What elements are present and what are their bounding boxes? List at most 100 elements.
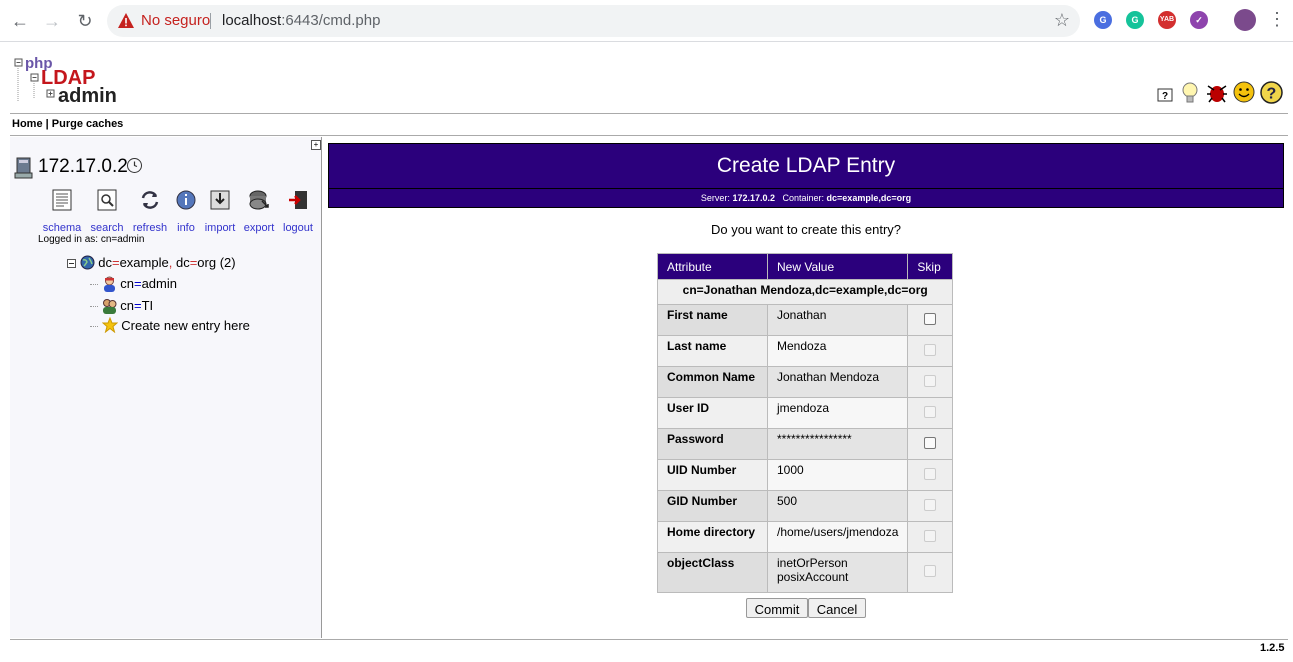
table-row: Last name Mendoza: [657, 335, 954, 367]
profile-avatar[interactable]: [1234, 9, 1256, 31]
entry-table: Attribute New Value Skip cn=Jonathan Men…: [656, 253, 954, 593]
info-tool[interactable]: info: [174, 189, 198, 234]
table-row: Common Name Jonathan Mendoza: [657, 366, 954, 398]
attribute-name: Password: [657, 428, 768, 460]
search-icon: [97, 189, 117, 211]
reload-icon[interactable]: ↻: [74, 10, 96, 32]
tree-item-admin[interactable]: cn=admin: [90, 276, 177, 292]
smiley-icon[interactable]: [1233, 81, 1255, 103]
skip-cell: [907, 304, 954, 336]
skip-checkbox: [924, 343, 937, 356]
attribute-name: Last name: [657, 335, 768, 367]
svg-text:?: ?: [1267, 86, 1277, 103]
svg-text:?: ?: [1162, 91, 1168, 102]
export-tool[interactable]: export: [242, 189, 276, 234]
attribute-name: UID Number: [657, 459, 768, 491]
search-tool[interactable]: search: [87, 189, 127, 234]
forward-icon[interactable]: →: [41, 10, 63, 32]
breadcrumb: Home | Purge caches: [12, 118, 123, 130]
attribute-value: jmendoza: [766, 397, 909, 429]
attribute-name: First name: [657, 304, 768, 336]
bookmark-star-icon[interactable]: ☆: [1054, 10, 1070, 31]
schema-tool[interactable]: schema: [40, 189, 84, 234]
skip-cell: [907, 335, 954, 367]
refresh-tool[interactable]: refresh: [130, 189, 170, 234]
column-header-new-value: New Value: [766, 253, 909, 280]
phpldapadmin-logo[interactable]: php LDAP admin: [14, 54, 124, 106]
browser-toolbar: ← → ↻ No seguro localhost:6443/cmd.php ☆…: [0, 0, 1293, 42]
schema-icon: [52, 189, 72, 211]
logged-in-text: Logged in as: cn=admin: [38, 234, 145, 245]
skip-cell: [907, 552, 954, 593]
refresh-icon: [141, 191, 159, 209]
tree-item-ti[interactable]: cn=TI: [90, 298, 153, 314]
attribute-value: inetOrPerson posixAccount: [766, 552, 909, 593]
group-icon: [102, 299, 117, 314]
skip-cell: [907, 521, 954, 553]
security-status[interactable]: No seguro: [141, 12, 210, 29]
expand-icon[interactable]: +: [311, 140, 321, 150]
yab-extension-icon[interactable]: YAB: [1158, 11, 1176, 29]
svg-text:admin: admin: [58, 85, 117, 106]
clock-icon: [127, 158, 142, 173]
import-tool[interactable]: import: [202, 189, 238, 234]
attribute-name: Home directory: [657, 521, 768, 553]
page-title: Create LDAP Entry: [328, 143, 1284, 189]
address-bar[interactable]: No seguro localhost:6443/cmd.php ☆: [107, 5, 1080, 37]
table-row: User ID jmendoza: [657, 397, 954, 429]
check-extension-icon[interactable]: ✓: [1190, 11, 1208, 29]
commit-button[interactable]: Commit: [746, 598, 808, 618]
skip-checkbox: [924, 467, 937, 480]
warning-icon: [118, 13, 134, 28]
back-icon[interactable]: ←: [9, 10, 31, 32]
table-row: UID Number 1000: [657, 459, 954, 491]
server-container-info: Server: 172.17.0.2 Container: dc=example…: [328, 188, 1284, 208]
table-header-row: Attribute New Value Skip: [657, 253, 954, 280]
skip-cell: [907, 490, 954, 522]
bug-icon[interactable]: [1206, 82, 1228, 104]
server-icon: [14, 157, 33, 179]
divider: [10, 113, 1288, 114]
home-link[interactable]: Home: [12, 118, 43, 130]
logout-tool[interactable]: logout: [280, 189, 316, 234]
skip-checkbox: [924, 565, 937, 577]
attribute-value: Jonathan: [766, 304, 909, 336]
attribute-value: ****************: [766, 428, 909, 460]
browser-menu-icon[interactable]: ⋮: [1268, 9, 1286, 30]
logout-icon: [289, 191, 307, 209]
attribute-name: GID Number: [657, 490, 768, 522]
divider: [10, 135, 1288, 136]
attribute-name: Common Name: [657, 366, 768, 398]
help-icon[interactable]: ?: [1260, 81, 1283, 104]
collapse-icon[interactable]: [67, 259, 76, 268]
help-request-icon[interactable]: ?: [1157, 88, 1173, 104]
import-icon: [210, 190, 230, 210]
server-name[interactable]: 172.17.0.2: [38, 156, 128, 178]
lightbulb-icon[interactable]: [1181, 81, 1199, 105]
skip-checkbox[interactable]: [924, 436, 937, 449]
tree-root[interactable]: dc=example, dc=org (2): [67, 255, 236, 270]
purge-caches-link[interactable]: Purge caches: [52, 118, 124, 130]
skip-cell: [907, 459, 954, 491]
grammarly-extension-icon[interactable]: G: [1126, 11, 1144, 29]
tree-create-entry[interactable]: Create new entry here: [90, 316, 250, 334]
skip-checkbox: [924, 374, 937, 387]
attribute-value: /home/users/jmendoza: [766, 521, 909, 553]
cancel-button[interactable]: Cancel: [808, 598, 866, 618]
export-icon: [249, 190, 269, 210]
star-icon: [101, 316, 118, 334]
skip-checkbox: [924, 405, 937, 418]
table-row: GID Number 500: [657, 490, 954, 522]
column-header-skip: Skip: [907, 253, 954, 280]
skip-cell: [907, 366, 954, 398]
attribute-value: Mendoza: [766, 335, 909, 367]
entry-dn: cn=Jonathan Mendoza,dc=example,dc=org: [656, 279, 954, 305]
translate-extension-icon[interactable]: G: [1094, 11, 1112, 29]
table-row: First name Jonathan: [657, 304, 954, 336]
attribute-value: Jonathan Mendoza: [766, 366, 909, 398]
url-text[interactable]: localhost:6443/cmd.php: [222, 12, 380, 29]
globe-icon: [80, 255, 95, 270]
dn-row: cn=Jonathan Mendoza,dc=example,dc=org: [656, 279, 954, 305]
attribute-value: 500: [766, 490, 909, 522]
skip-checkbox[interactable]: [924, 312, 937, 325]
